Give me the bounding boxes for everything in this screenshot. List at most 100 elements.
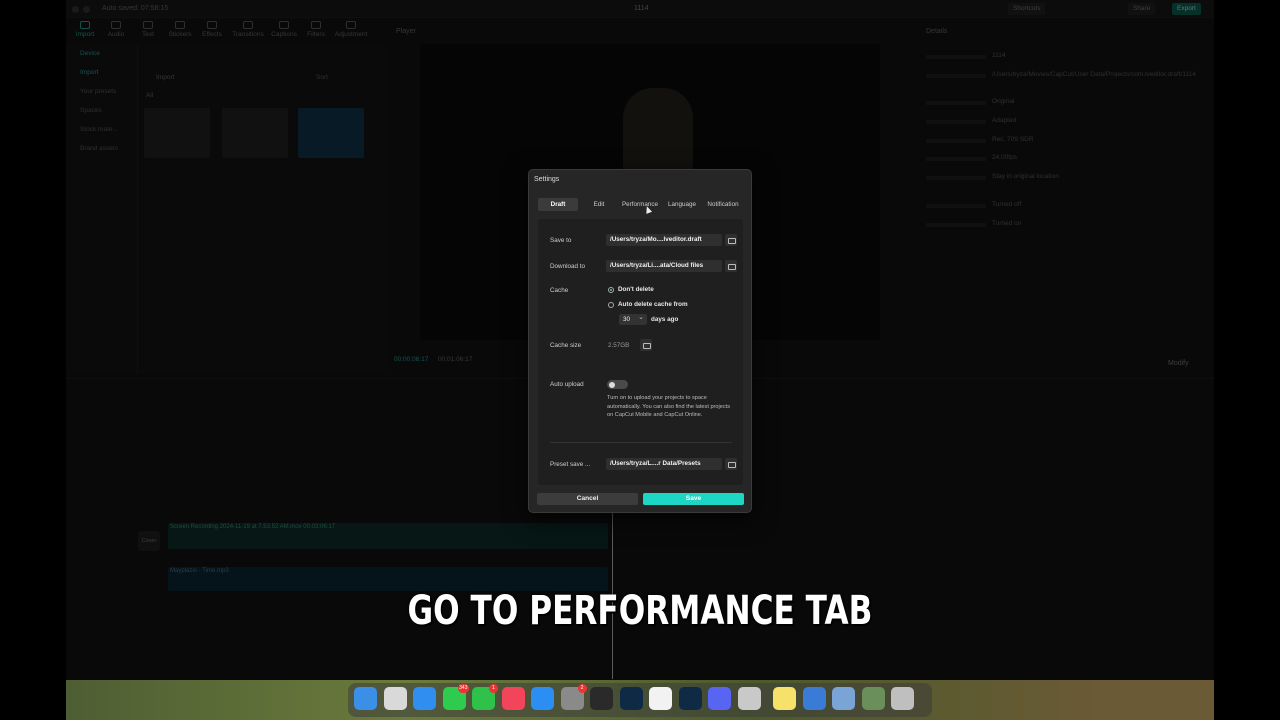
tool-label: Adjustment (334, 31, 368, 38)
music-icon[interactable] (501, 687, 525, 710)
tool-label: Effects (202, 31, 222, 38)
minimize-window-icon[interactable] (83, 6, 90, 13)
download-path[interactable]: /Users/tryza/Li....ata/Cloud files (606, 260, 722, 272)
cache-label: Cache (550, 287, 569, 294)
days-select[interactable]: 30 (619, 312, 647, 325)
final-cut-icon[interactable] (590, 687, 613, 710)
settings-title: Settings (534, 176, 560, 183)
tool-stickers[interactable]: Stickers (163, 21, 197, 38)
modify-button[interactable]: Modify (1168, 360, 1189, 367)
media-thumbnail[interactable] (144, 108, 210, 158)
media-thumbnail[interactable] (298, 108, 364, 158)
details-value: Adapted (992, 117, 1017, 124)
sidebar-item-brand[interactable]: Brand assets (66, 139, 137, 158)
sort-label[interactable]: Sort (316, 74, 328, 81)
effects-icon (207, 21, 217, 29)
adjustment-icon (346, 21, 356, 29)
project-title: 1114 (634, 5, 649, 12)
safari-icon[interactable] (413, 687, 436, 710)
auto-upload-help: Turn on to upload your projects to space… (607, 395, 731, 419)
export-button[interactable]: Export (1172, 3, 1201, 15)
save-to-path[interactable]: /Users/tryza/Mo....lveditor.draft (606, 234, 722, 246)
days-suffix: days ago (651, 316, 679, 323)
tool-captions[interactable]: Captions (267, 21, 301, 38)
sidebar-item-spaces[interactable]: Spaces (66, 101, 137, 120)
tool-label: Stickers (168, 31, 192, 38)
trash-icon[interactable] (891, 687, 914, 710)
tool-label: Audio (107, 31, 125, 38)
facetime-icon[interactable]: 1 (472, 684, 498, 710)
lightroom-classic-icon[interactable] (619, 687, 643, 710)
details-panel: Details 1114 /Users/tryza/Movies/CapCut/… (918, 24, 1214, 374)
cover-button[interactable]: Cover (138, 531, 160, 551)
tool-filters[interactable]: Filters (299, 21, 333, 38)
tab-language[interactable]: Language (664, 198, 700, 211)
shortcuts-button[interactable]: Shortcuts (1008, 3, 1046, 15)
auto-upload-label: Auto upload (550, 381, 584, 388)
cache-size-label: Cache size (550, 342, 582, 349)
tab-performance[interactable]: Performance (618, 198, 662, 211)
close-window-icon[interactable] (72, 6, 79, 13)
tool-icon[interactable] (737, 687, 761, 710)
app-store-icon[interactable] (531, 687, 554, 710)
import-label[interactable]: Import (156, 74, 174, 81)
dock: 343 1 2 (348, 683, 932, 717)
auto-delete-radio[interactable] (608, 302, 614, 308)
preset-folder-icon[interactable] (725, 458, 737, 470)
discord-icon[interactable] (708, 687, 731, 710)
tool-label: Captions (271, 31, 297, 38)
details-row: 24.00fps (926, 154, 1206, 164)
download-folder-icon[interactable] (725, 260, 737, 272)
tab-edit[interactable]: Edit (586, 198, 612, 211)
stickers-icon (175, 21, 185, 29)
save-button[interactable]: Save (643, 493, 744, 505)
sidebar-item-presets[interactable]: Your presets (66, 82, 137, 101)
details-value: 1114 (992, 52, 1006, 59)
clear-cache-icon[interactable] (640, 339, 652, 351)
tool-label: Filters (307, 31, 325, 38)
tool-effects[interactable]: Effects (195, 21, 229, 38)
tool-label: Import (75, 31, 95, 38)
capcut-icon[interactable] (649, 687, 672, 710)
messages-icon[interactable]: 343 (442, 684, 469, 710)
notification-badge: 1 (489, 684, 498, 693)
preset-path[interactable]: /Users/tryza/L....r Data/Presets (606, 458, 722, 470)
audio-clip-label: Mayplazio - Time.mp3 (170, 568, 229, 574)
notes-icon[interactable] (773, 687, 796, 710)
share-button[interactable]: Share (1128, 3, 1156, 15)
details-row: /Users/tryza/Movies/CapCut/User Data/Pro… (926, 71, 1206, 91)
tab-notification[interactable]: Notification (703, 198, 743, 211)
settings-tabs: Draft Edit Performance Language Notifica… (536, 198, 746, 211)
tool-transitions[interactable]: Transitions (231, 21, 265, 38)
auto-upload-toggle[interactable] (607, 380, 628, 389)
notification-badge: 2 (577, 684, 587, 693)
tab-draft[interactable]: Draft (538, 198, 578, 211)
sidebar-item-stock[interactable]: Stock mate... (66, 120, 137, 139)
media-thumbnail[interactable] (222, 108, 288, 158)
auto-delete-label[interactable]: Auto delete cache from (618, 301, 688, 308)
cancel-button[interactable]: Cancel (537, 493, 638, 505)
media-toolbar: Import Audio Text Stickers Effects Trans… (66, 18, 386, 44)
system-settings-icon[interactable]: 2 (560, 684, 587, 710)
dont-delete-radio[interactable] (608, 287, 614, 293)
cache-size-value: 2.57GB (608, 342, 630, 349)
launchpad-icon[interactable] (383, 687, 407, 710)
audio-icon (111, 21, 121, 29)
sidebar-item-device[interactable]: Device (66, 44, 137, 63)
quicktime-icon[interactable] (802, 687, 826, 710)
filter-all[interactable]: All (146, 92, 153, 99)
photoshop-icon[interactable] (678, 687, 702, 710)
tool-import[interactable]: Import (68, 21, 102, 38)
tool-adjustment[interactable]: Adjustment (334, 21, 368, 38)
preview-icon[interactable] (832, 687, 855, 710)
sidebar-item-import[interactable]: Import (66, 63, 137, 82)
finder-icon[interactable] (354, 687, 377, 710)
dont-delete-label[interactable]: Don't delete (618, 286, 654, 293)
captions-icon (279, 21, 289, 29)
photo-file-icon[interactable] (861, 687, 885, 710)
tool-audio[interactable]: Audio (99, 21, 133, 38)
save-to-folder-icon[interactable] (725, 234, 737, 246)
media-sidebar: Device Import Your presets Spaces Stock … (66, 44, 138, 374)
tool-text[interactable]: Text (131, 21, 165, 38)
preset-save-label: Preset save ... (550, 461, 591, 468)
